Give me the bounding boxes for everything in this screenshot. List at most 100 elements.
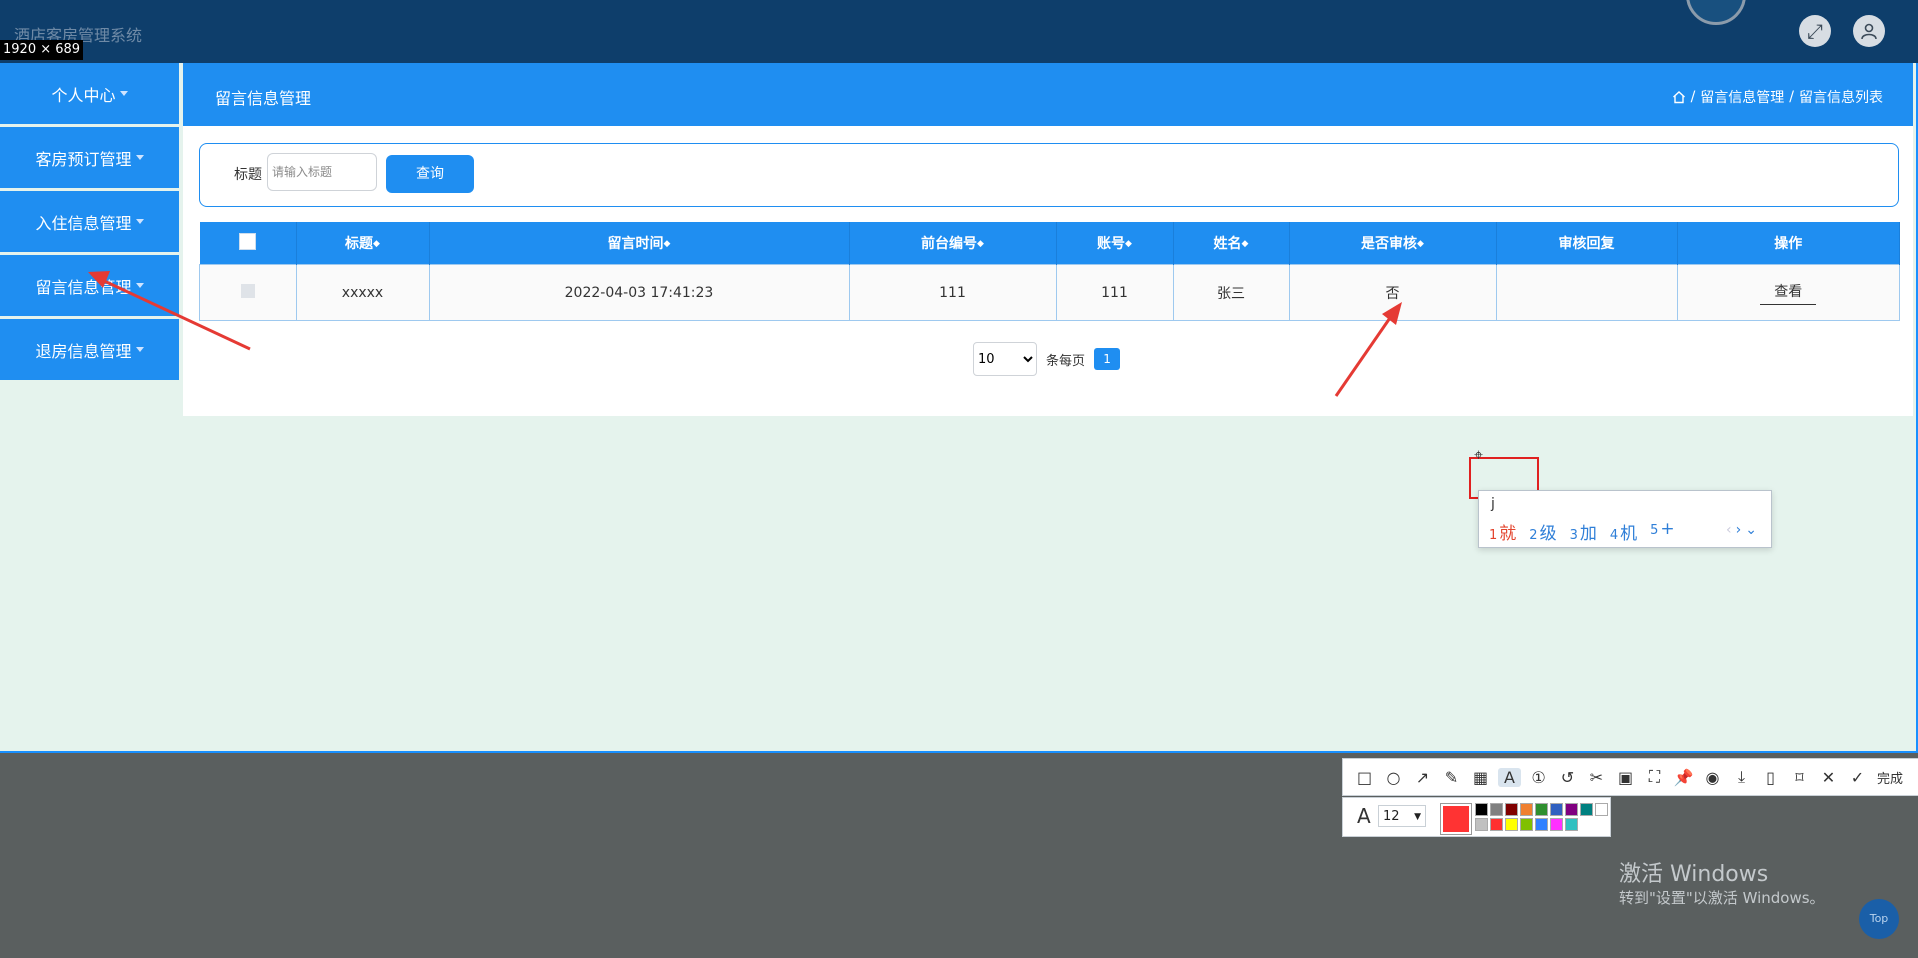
sort-icon: ◆	[373, 239, 380, 249]
column-header-reply: 审核回复	[1496, 222, 1678, 265]
sort-icon: ◆	[977, 239, 984, 249]
cell-account: 111	[1055, 264, 1174, 321]
ellipse-icon[interactable]: ○	[1382, 768, 1405, 787]
arrow-icon[interactable]: ↗	[1411, 768, 1434, 787]
main-content: 留言信息管理 / 留言信息管理 / 留言信息列表 标题 查询 标题◆ 留言时间◆…	[183, 63, 1913, 416]
caret-down-icon	[135, 283, 144, 288]
dropdown-arrow-icon: ▼	[1414, 812, 1421, 822]
ime-candidate-window: j 1就 2级 3加 4机 5 + ‹›⌄	[1478, 490, 1772, 548]
check-icon[interactable]: ✓	[1846, 768, 1869, 787]
palette-color-swatch[interactable]	[1550, 803, 1563, 816]
phone-icon[interactable]: ▯	[1759, 768, 1782, 787]
palette-color-swatch[interactable]	[1505, 803, 1518, 816]
palette-color-swatch[interactable]	[1535, 803, 1548, 816]
column-header-time[interactable]: 留言时间◆	[429, 222, 850, 265]
record-icon[interactable]: ◉	[1701, 768, 1724, 787]
row-select-cell	[199, 264, 297, 321]
font-icon: A	[1357, 804, 1371, 828]
column-header-title[interactable]: 标题◆	[296, 222, 430, 265]
cell-desk-no: 111	[848, 264, 1057, 321]
palette-color-swatch[interactable]	[1490, 818, 1503, 831]
palette-color-swatch[interactable]	[1595, 803, 1608, 816]
page-size-select[interactable]: 10	[973, 342, 1037, 376]
breadcrumb-separator: /	[1690, 89, 1696, 105]
breadcrumb-item: 留言信息列表	[1799, 90, 1883, 106]
sidebar-item-personal-center[interactable]: 个人中心	[0, 63, 179, 124]
cut-icon[interactable]: ✂	[1585, 768, 1608, 787]
sidebar-item-room-booking[interactable]: 客房预订管理	[0, 127, 179, 188]
palette-color-swatch[interactable]	[1580, 803, 1593, 816]
row-checkbox[interactable]	[240, 283, 255, 298]
font-size-select[interactable]: 12 ▼	[1378, 805, 1426, 827]
rectangle-icon[interactable]: □	[1353, 768, 1376, 787]
done-button[interactable]: 完成	[1877, 768, 1903, 787]
ime-candidates: 1就 2级 3加 4机 5 +	[1489, 519, 1675, 544]
palette-color-swatch[interactable]	[1565, 818, 1578, 831]
avatar	[1686, 0, 1746, 25]
windows-activation-watermark: 激活 Windows 转到"设置"以激活 Windows。	[1619, 862, 1825, 907]
palette-color-swatch[interactable]	[1475, 818, 1488, 831]
ime-candidate[interactable]: 5 +	[1650, 519, 1675, 544]
query-button[interactable]: 查询	[386, 155, 474, 193]
back-to-top-button[interactable]: Top	[1859, 899, 1899, 939]
search-label: 标题	[234, 167, 262, 183]
sidebar-item-label: 入住信息管理	[35, 213, 132, 233]
column-header-reviewed[interactable]: 是否审核◆	[1289, 222, 1497, 265]
palette-color-swatch[interactable]	[1490, 803, 1503, 816]
palette-color-swatch[interactable]	[1520, 803, 1533, 816]
palette-color-swatch[interactable]	[1535, 818, 1548, 831]
number-icon[interactable]: ①	[1527, 768, 1550, 787]
home-icon[interactable]	[1672, 90, 1686, 104]
select-all-checkbox[interactable]	[239, 232, 256, 250]
view-button[interactable]: 查看	[1760, 281, 1817, 305]
sidebar-item-messages[interactable]: 留言信息管理	[0, 255, 179, 316]
messages-table: 标题◆ 留言时间◆ 前台编号◆ 账号◆ 姓名◆ 是否审核◆ 审核回复 操作 xx…	[199, 222, 1900, 321]
palette-color-swatch[interactable]	[1505, 818, 1518, 831]
pin-icon[interactable]: 📌	[1672, 768, 1695, 787]
top-bar: 酒店客房管理系统 ⤢	[0, 0, 1918, 63]
chevron-right-icon[interactable]: ›	[1736, 522, 1746, 538]
pencil-icon[interactable]: ✎	[1440, 768, 1463, 787]
text-icon[interactable]: A	[1498, 767, 1521, 787]
sidebar-item-checkout[interactable]: 退房信息管理	[0, 319, 179, 380]
table-row: xxxxx 2022-04-03 17:41:23 111 111 张三 否 查…	[199, 264, 1900, 321]
ime-candidate[interactable]: 3加	[1570, 519, 1597, 544]
palette-color-swatch[interactable]	[1565, 803, 1578, 816]
breadcrumb-item[interactable]: 留言信息管理	[1700, 87, 1784, 107]
current-color-swatch[interactable]	[1440, 803, 1472, 835]
column-header-desk-no[interactable]: 前台编号◆	[849, 222, 1057, 265]
column-header-name[interactable]: 姓名◆	[1173, 222, 1290, 265]
user-icon[interactable]	[1853, 15, 1885, 47]
ime-candidate[interactable]: 2级	[1529, 519, 1556, 544]
ime-composition: j	[1491, 496, 1495, 512]
scan-icon[interactable]: ⛶	[1643, 767, 1666, 787]
caret-down-icon	[135, 155, 144, 160]
ime-candidate[interactable]: 1就	[1489, 519, 1516, 544]
palette-color-swatch[interactable]	[1520, 818, 1533, 831]
column-header-account[interactable]: 账号◆	[1056, 222, 1174, 265]
palette-color-swatch[interactable]	[1550, 818, 1563, 831]
mosaic-icon[interactable]: ▦	[1469, 768, 1492, 787]
fullscreen-icon[interactable]: ⤢	[1799, 15, 1831, 47]
caret-down-icon	[135, 219, 144, 224]
ocr-icon[interactable]: ▣	[1614, 768, 1637, 787]
sidebar-item-checkin[interactable]: 入住信息管理	[0, 191, 179, 252]
page-header: 留言信息管理 / 留言信息管理 / 留言信息列表	[183, 63, 1913, 126]
column-header-actions: 操作	[1677, 222, 1900, 265]
bookmark-icon[interactable]: ⌑	[1788, 768, 1811, 787]
undo-icon[interactable]: ↺	[1556, 768, 1579, 787]
text-style-toolbar: A 12 ▼	[1342, 797, 1611, 837]
table-header-row: 标题◆ 留言时间◆ 前台编号◆ 账号◆ 姓名◆ 是否审核◆ 审核回复 操作	[199, 222, 1900, 265]
chevron-down-icon[interactable]: ⌄	[1745, 522, 1761, 538]
palette-color-swatch[interactable]	[1475, 803, 1488, 816]
ime-candidate[interactable]: 4机	[1610, 519, 1637, 544]
chevron-left-icon[interactable]: ‹	[1726, 522, 1736, 538]
capture-size-label: 1920 × 689	[0, 40, 84, 60]
page-number-button[interactable]: 1	[1094, 348, 1121, 370]
close-icon[interactable]: ✕	[1817, 768, 1840, 787]
title-search-input[interactable]	[267, 153, 377, 191]
caret-down-icon	[119, 91, 128, 96]
download-icon[interactable]: ⤓	[1730, 767, 1753, 787]
sidebar-item-label: 退房信息管理	[35, 341, 132, 361]
cell-reply	[1495, 264, 1678, 321]
